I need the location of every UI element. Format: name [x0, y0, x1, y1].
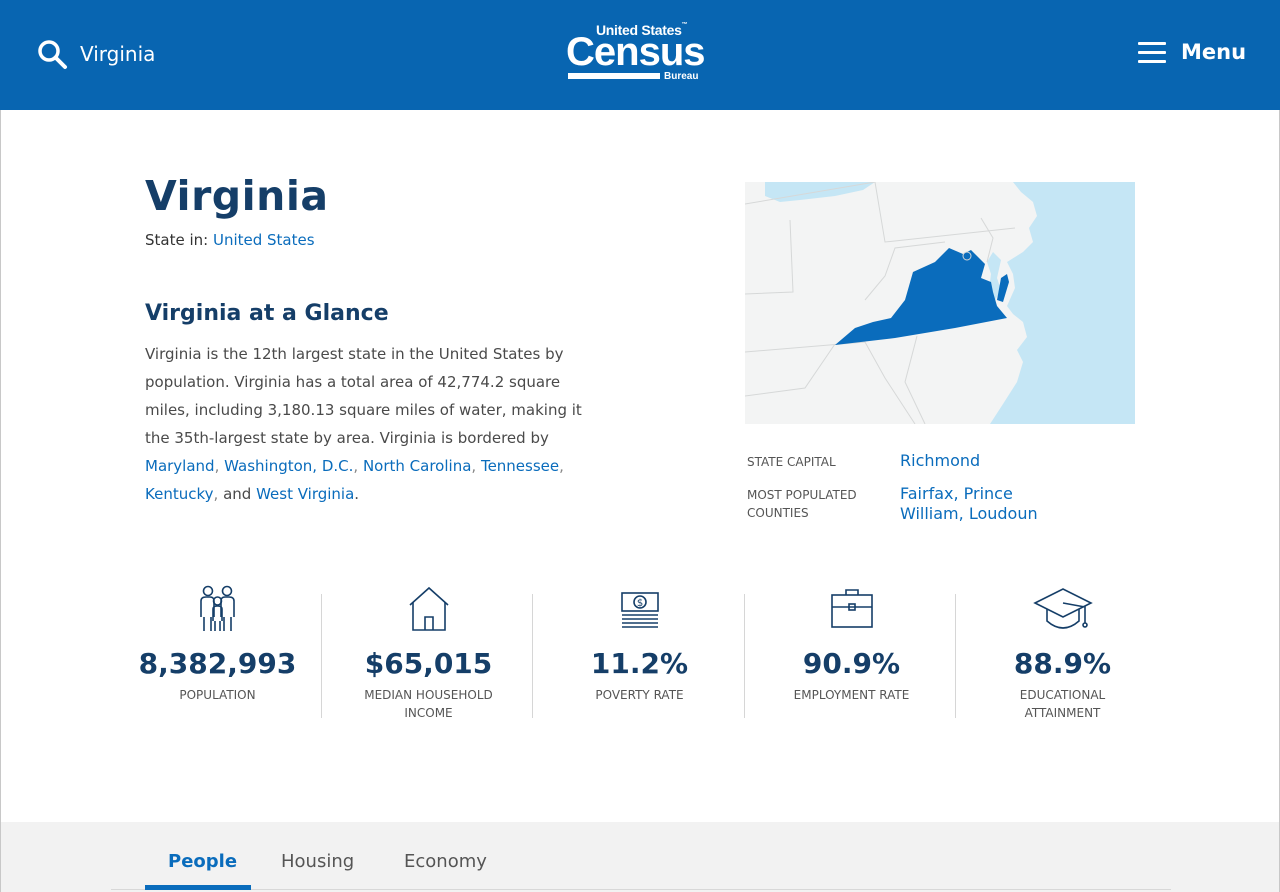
tabs-baseline	[111, 889, 1171, 890]
west-virginia-link[interactable]: West Virginia	[256, 485, 354, 503]
counties-link[interactable]: Fairfax, Prince William, Loudoun	[900, 484, 1080, 524]
stat-value: 8,382,993	[138, 647, 297, 680]
stat-divider	[532, 594, 533, 718]
state-map	[745, 182, 1135, 424]
money-icon: $	[620, 592, 659, 628]
stat-educational-attainment: 88.9% EDUCATIONAL ATTAINMENT	[957, 585, 1168, 725]
kentucky-link[interactable]: Kentucky	[145, 485, 214, 503]
logo-bar	[568, 73, 660, 79]
active-tab-indicator	[145, 885, 251, 890]
stat-value: 88.9%	[1013, 647, 1112, 680]
topic-tabs: People Housing Economy	[1, 822, 1279, 892]
state-in-label: State in:	[145, 231, 213, 249]
logo-line3: Bureau	[664, 71, 699, 82]
people-icon	[199, 585, 235, 631]
state-in: State in: United States	[145, 231, 315, 249]
logo-trademark: ™	[681, 22, 688, 28]
north-carolina-link[interactable]: North Carolina	[363, 457, 471, 475]
tab-economy[interactable]: Economy	[404, 851, 487, 872]
stat-poverty-rate: $ 11.2% POVERTY RATE	[534, 585, 745, 725]
state-capital-label: STATE CAPITAL	[747, 455, 836, 469]
menu-button[interactable]: Menu	[1138, 40, 1246, 64]
stat-value: 90.9%	[802, 647, 901, 680]
stat-label: POPULATION	[179, 688, 256, 702]
briefcase-icon	[830, 589, 873, 628]
quick-stats: 8,382,993 POPULATION $65,015 MEDIAN HOUS…	[112, 585, 1170, 725]
stat-label: EDUCATIONAL ATTAINMENT	[1019, 688, 1106, 720]
tab-housing[interactable]: Housing	[281, 851, 354, 872]
search-button[interactable]: Virginia	[36, 38, 155, 70]
search-icon	[38, 40, 67, 69]
site-header: Virginia United States™ Census Bureau Me…	[0, 0, 1280, 110]
tennessee-link[interactable]: Tennessee	[481, 457, 559, 475]
graduation-cap-icon	[1032, 588, 1093, 629]
washington-dc-link[interactable]: Washington, D.C.	[224, 457, 353, 475]
stat-divider	[321, 594, 322, 718]
stat-divider	[744, 594, 745, 718]
stat-divider	[955, 594, 956, 718]
most-populated-counties-label: MOST POPULATED COUNTIES	[747, 488, 857, 520]
virginia-map-svg	[745, 182, 1135, 424]
house-icon	[408, 586, 449, 631]
stat-label: MEDIAN HOUSEHOLD INCOME	[364, 688, 493, 720]
stat-employment-rate: 90.9% EMPLOYMENT RATE	[746, 585, 957, 725]
glance-heading: Virginia at a Glance	[145, 301, 389, 326]
stat-label: POVERTY RATE	[595, 688, 684, 702]
glance-text: Virginia is the 12th largest state in th…	[145, 345, 582, 503]
stat-value: 11.2%	[590, 647, 689, 680]
search-query[interactable]: Virginia	[80, 42, 155, 66]
maryland-link[interactable]: Maryland	[145, 457, 215, 475]
united-states-link[interactable]: United States	[213, 231, 315, 249]
glance-paragraph: Virginia is the 12th largest state in th…	[145, 345, 582, 447]
state-capital-link[interactable]: Richmond	[900, 451, 980, 471]
stat-value: $65,015	[364, 647, 493, 680]
svg-text:$: $	[636, 598, 642, 609]
logo-line2: Census	[566, 30, 705, 74]
tab-people[interactable]: People	[168, 851, 237, 872]
stat-median-income: $65,015 MEDIAN HOUSEHOLD INCOME	[323, 585, 534, 725]
and-word: and	[223, 485, 252, 503]
page-title: Virginia	[145, 172, 329, 220]
census-logo[interactable]: United States™ Census Bureau	[566, 22, 716, 86]
stat-label: EMPLOYMENT RATE	[793, 688, 910, 702]
stat-population: 8,382,993 POPULATION	[112, 585, 323, 725]
menu-label: Menu	[1181, 40, 1247, 64]
hamburger-icon	[1138, 40, 1166, 64]
